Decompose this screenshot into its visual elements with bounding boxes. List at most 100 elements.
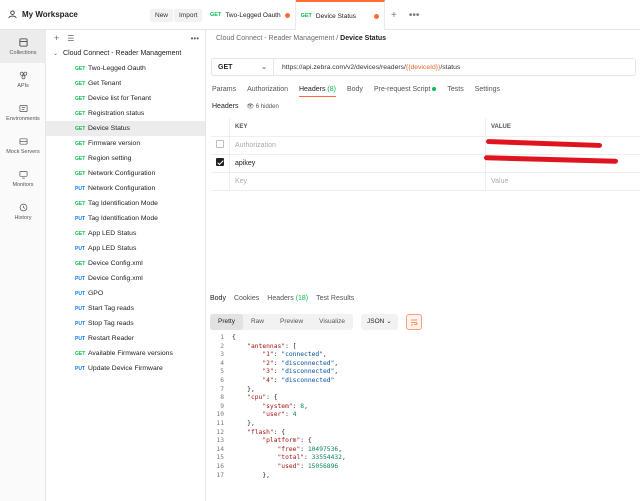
- sidebar-request-item[interactable]: PUT GPO: [46, 286, 205, 301]
- tree-toolbar: + ☰ •••: [46, 30, 205, 46]
- request-method: GET: [75, 170, 86, 177]
- rail-history[interactable]: History: [0, 195, 46, 228]
- format-select[interactable]: JSON ⌄: [361, 313, 398, 330]
- line-number: 12: [216, 428, 224, 436]
- response-tab-cookies[interactable]: Cookies: [234, 295, 259, 302]
- line-number: 4: [220, 359, 224, 367]
- line-number: 10: [216, 411, 224, 419]
- line-number: 1: [220, 334, 224, 341]
- header-key[interactable]: apikey: [229, 154, 486, 173]
- sidebar-request-item[interactable]: GET Registration status: [46, 106, 205, 121]
- request-label: Network Configuration: [88, 170, 156, 177]
- rail-monitors[interactable]: Monitors: [0, 162, 46, 195]
- tab-headers[interactable]: Headers (8): [298, 86, 336, 97]
- header-checkbox[interactable]: [216, 140, 224, 148]
- request-config-tabs: Params Authorization Headers (8) Body Pr…: [212, 86, 500, 97]
- code-line: 17 },: [210, 472, 640, 481]
- sidebar-request-item[interactable]: GET Firmware version: [46, 136, 205, 151]
- header-checkbox[interactable]: [216, 158, 224, 166]
- new-button[interactable]: New: [150, 9, 174, 22]
- tab-two-legged-oauth[interactable]: GET Two-Legged Oauth: [205, 0, 296, 30]
- sidebar-request-item[interactable]: PUT Network Configuration: [46, 181, 205, 196]
- code-text: "free": 10497536,: [277, 445, 342, 453]
- sidebar-request-item[interactable]: GET Available Firmware versions: [46, 346, 205, 361]
- sidebar-request-item[interactable]: GET Network Configuration: [46, 166, 205, 181]
- code-text: "antennas": [: [247, 342, 297, 350]
- tab-device-status[interactable]: GET Device Status: [295, 0, 386, 30]
- collection-folder[interactable]: ⌄ Cloud Connect - Reader Management: [46, 46, 205, 61]
- import-button[interactable]: Import: [174, 9, 203, 22]
- sidebar-request-item[interactable]: GET Region setting: [46, 151, 205, 166]
- view-pretty[interactable]: Pretty: [210, 313, 243, 330]
- request-method: GET: [75, 140, 86, 147]
- view-raw[interactable]: Raw: [243, 314, 272, 330]
- sidebar-request-item[interactable]: GET Get Tenant: [46, 76, 205, 91]
- sidebar-request-item[interactable]: GET Device Status: [46, 121, 205, 136]
- request-method: PUT: [75, 245, 85, 252]
- sidebar-request-item[interactable]: GET Device Config.xml: [46, 256, 205, 271]
- monitors-icon: [19, 170, 27, 178]
- sidebar-request-item[interactable]: GET Tag Identification Mode: [46, 196, 205, 211]
- rail-label: Monitors: [12, 181, 34, 188]
- request-label: Device list for Tenant: [88, 95, 151, 102]
- new-value-input[interactable]: Value: [485, 172, 640, 191]
- line-number: 13: [216, 437, 224, 445]
- view-visualize[interactable]: Visualize: [311, 314, 353, 330]
- request-label: Device Config.xml: [88, 260, 143, 267]
- tab-prerequest-script[interactable]: Pre-request Script: [374, 86, 437, 97]
- new-tab-plus-icon[interactable]: +: [385, 0, 403, 30]
- sidebar-request-item[interactable]: PUT Stop Tag reads: [46, 316, 205, 331]
- sidebar-request-item[interactable]: PUT Device Config.xml: [46, 271, 205, 286]
- rail-collections[interactable]: Collections: [0, 30, 46, 63]
- history-icon: [19, 203, 27, 211]
- response-body[interactable]: 1{2 "antennas": [3 "1": "connected", 4 "2…: [210, 334, 640, 501]
- filter-icon[interactable]: ☰: [67, 34, 74, 43]
- sidebar-request-item[interactable]: PUT Restart Reader: [46, 331, 205, 346]
- tab-tests[interactable]: Tests: [447, 86, 463, 97]
- sidebar-request-item[interactable]: PUT Start Tag reads: [46, 301, 205, 316]
- wrap-lines-button[interactable]: [405, 313, 422, 330]
- workspace-switcher[interactable]: My Workspace: [8, 10, 78, 19]
- sidebar-request-item[interactable]: PUT Update Device Firmware: [46, 361, 205, 376]
- more-options-icon[interactable]: •••: [191, 34, 199, 43]
- sidebar-request-item[interactable]: GET App LED Status: [46, 226, 205, 241]
- sidebar-request-item[interactable]: PUT App LED Status: [46, 241, 205, 256]
- sidebar-request-item[interactable]: GET Device list for Tenant: [46, 91, 205, 106]
- tab-body[interactable]: Body: [347, 86, 363, 97]
- header-key[interactable]: Authorization: [229, 136, 486, 155]
- tab-settings[interactable]: Settings: [475, 86, 500, 97]
- url-input[interactable]: https://api.zebra.com/v2/devices/readers…: [274, 64, 460, 71]
- method-select[interactable]: GET ⌄: [212, 59, 274, 75]
- response-headers-count: (18): [295, 295, 309, 302]
- code-line: 6 "4": "disconnected": [210, 377, 640, 386]
- breadcrumb-parent[interactable]: Cloud Connect - Reader Management: [216, 35, 334, 42]
- rail-environments[interactable]: Environments: [0, 96, 46, 129]
- sidebar-request-item[interactable]: PUT Tag Identification Mode: [46, 211, 205, 226]
- response-tab-headers[interactable]: Headers (18): [267, 295, 308, 302]
- response-tab-tests[interactable]: Test Results: [316, 295, 354, 302]
- sidebar-request-item[interactable]: GET Two-Legged Oauth: [46, 61, 205, 76]
- request-label: Tag Identification Mode: [88, 215, 158, 222]
- add-collection-plus-icon[interactable]: +: [54, 33, 59, 43]
- unsaved-dot-icon: [284, 12, 290, 18]
- user-icon: [8, 10, 17, 19]
- more-tabs-icon[interactable]: •••: [403, 0, 426, 30]
- chevron-down-icon: ⌄: [386, 317, 392, 325]
- tab-label: Two-Legged Oauth: [225, 11, 281, 19]
- tab-params[interactable]: Params: [212, 86, 236, 97]
- request-method: GET: [75, 110, 86, 117]
- request-method: PUT: [75, 215, 85, 222]
- response-tab-body[interactable]: Body: [210, 295, 226, 302]
- line-number: 11: [216, 419, 224, 427]
- request-method: GET: [75, 125, 86, 132]
- code-text: "1": "connected",: [262, 351, 327, 359]
- rail-mock-servers[interactable]: Mock Servers: [0, 129, 46, 162]
- new-key-input[interactable]: Key: [229, 172, 486, 191]
- hidden-headers-toggle[interactable]: 👁 6 hidden: [246, 103, 278, 110]
- rail-label: APIs: [17, 82, 29, 89]
- tab-authorization[interactable]: Authorization: [247, 86, 288, 97]
- hidden-count: 6 hidden: [255, 104, 279, 110]
- view-preview[interactable]: Preview: [272, 314, 311, 330]
- rail-apis[interactable]: APIs: [0, 63, 46, 96]
- line-number: 8: [220, 394, 224, 402]
